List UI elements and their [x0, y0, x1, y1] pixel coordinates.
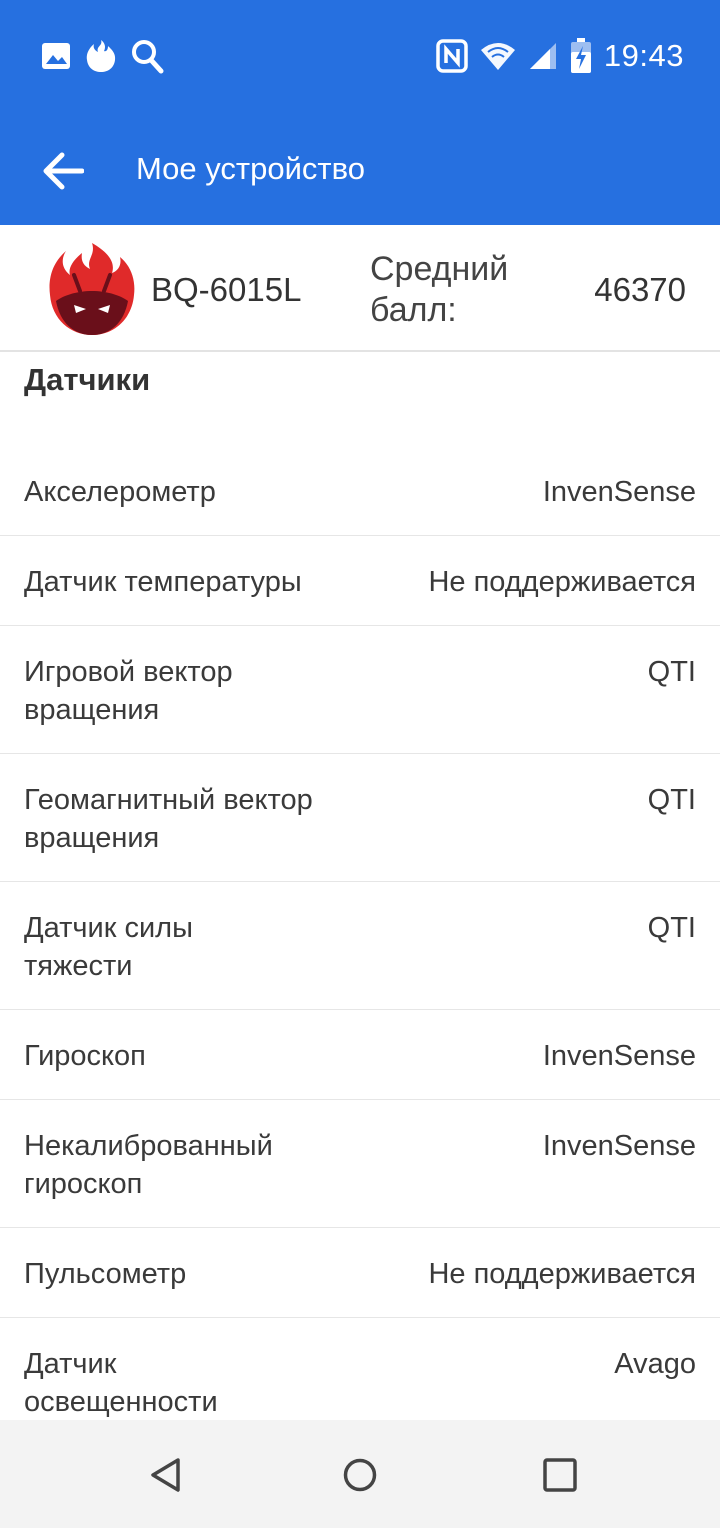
sensor-label: Акселерометр [24, 476, 216, 508]
nav-back-button[interactable] [141, 1450, 191, 1500]
sensor-value: Avago [614, 1348, 696, 1380]
sensor-value: QTI [647, 912, 696, 944]
antutu-logo-icon [46, 239, 138, 339]
sensor-value: Не поддерживается [428, 1258, 696, 1290]
sensor-value: QTI [647, 784, 696, 816]
sensor-label: Игровой вектор вращения [24, 656, 233, 726]
device-model: BQ-6015L [151, 271, 302, 308]
status-bar: 19:43 [0, 0, 720, 118]
search-icon [130, 38, 164, 74]
device-header: BQ-6015L Средний балл: 46370 [0, 225, 720, 352]
sensor-value: InvenSense [542, 476, 696, 508]
sensor-value: InvenSense [542, 1040, 696, 1072]
score-label: Средний балл: [370, 250, 509, 329]
sensor-label: Геомагнитный вектор вращения [24, 784, 313, 854]
image-icon [40, 41, 72, 71]
status-time: 19:43 [603, 38, 684, 73]
list-item: Акселерометр InvenSense [0, 446, 720, 536]
app-bar: Мое устройство [0, 118, 720, 225]
section-title: Датчики [24, 362, 151, 397]
sensor-value: QTI [647, 656, 696, 688]
flame-icon [84, 38, 118, 74]
signal-icon [528, 41, 558, 71]
list-item: Гироскоп InvenSense [0, 1010, 720, 1100]
battery-charging-icon [570, 38, 592, 74]
sensor-list: Акселерометр InvenSense Датчик температу… [0, 446, 720, 1446]
sensor-label: Датчик освещенности [24, 1348, 218, 1418]
list-item: Датчик температуры Не поддерживается [0, 536, 720, 626]
nav-home-button[interactable] [335, 1450, 385, 1500]
nav-back-icon [149, 1457, 183, 1493]
status-left-icons [40, 38, 164, 74]
wifi-icon [480, 41, 516, 71]
sensor-label: Гироскоп [24, 1040, 146, 1072]
list-item: Датчик силы тяжести QTI [0, 882, 720, 1010]
sensor-label: Некалиброванный гироскоп [24, 1130, 273, 1200]
arrow-back-icon [42, 152, 84, 190]
sensor-label: Датчик температуры [24, 566, 302, 598]
list-item: Геомагнитный вектор вращения QTI [0, 754, 720, 882]
sensor-value: Не поддерживается [428, 566, 696, 598]
sensor-value: InvenSense [542, 1130, 696, 1162]
back-button[interactable] [38, 146, 88, 196]
list-item: Некалиброванный гироскоп InvenSense [0, 1100, 720, 1228]
list-item: Пульсометр Не поддерживается [0, 1228, 720, 1318]
navigation-bar [0, 1420, 720, 1528]
nav-home-icon [342, 1457, 378, 1493]
nav-recents-button[interactable] [535, 1450, 585, 1500]
nfc-icon [436, 39, 468, 73]
status-right-icons: 19:43 [436, 38, 684, 74]
score-value: 46370 [594, 271, 686, 308]
sensor-label: Пульсометр [24, 1258, 187, 1290]
nav-recents-icon [542, 1457, 578, 1493]
list-item: Игровой вектор вращения QTI [0, 626, 720, 754]
sensor-label: Датчик силы тяжести [24, 912, 193, 982]
page-title: Мое устройство [136, 151, 365, 186]
